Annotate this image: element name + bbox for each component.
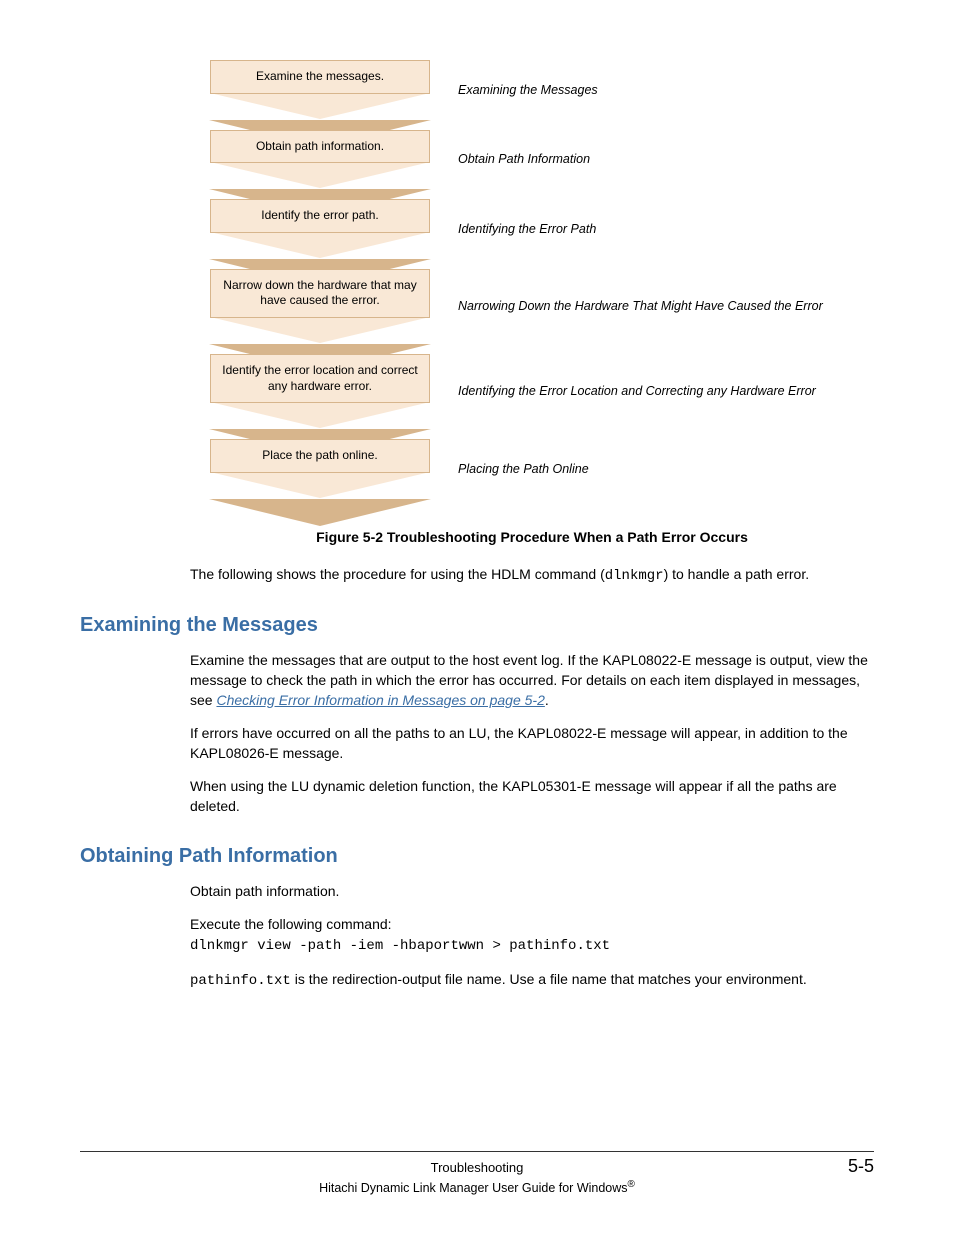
text: The following shows the procedure for us… [190,566,605,582]
paragraph: Execute the following command: [190,915,874,935]
cross-reference-link[interactable]: Checking Error Information in Messages o… [216,692,544,708]
command-example: dlnkmgr view -path -iem -hbaportwwn > pa… [190,937,874,957]
section-heading-obtaining: Obtaining Path Information [80,845,874,868]
text: ) to handle a path error. [664,566,810,582]
flow-step: Identify the error location and correct … [210,354,874,429]
arrow-down-icon [210,402,430,428]
page-footer: Troubleshooting 5-5 Hitachi Dynamic Link… [80,1151,874,1195]
code-text: pathinfo.txt [190,973,291,989]
text: Hitachi Dynamic Link Manager User Guide … [319,1181,627,1195]
arrow-down-icon [210,472,430,498]
flow-step: Obtain path information. Obtain Path Inf… [210,130,874,190]
paragraph: pathinfo.txt is the redirection-output f… [190,970,874,992]
flow-box: Obtain path information. [210,130,430,164]
flow-step-label: Narrowing Down the Hardware That Might H… [458,298,874,314]
document-page: Examine the messages. Examining the Mess… [0,0,954,1235]
flow-step: Narrow down the hardware that may have c… [210,269,874,344]
text: . [545,692,549,708]
flow-step: Place the path online. Placing the Path … [210,439,874,499]
footer-guide-title: Hitachi Dynamic Link Manager User Guide … [80,1179,874,1195]
code-text: dlnkmgr [605,568,664,584]
paragraph: If errors have occurred on all the paths… [190,724,874,763]
flow-step-label: Identifying the Error Path [458,221,874,237]
flow-step: Examine the messages. Examining the Mess… [210,60,874,120]
flow-box: Identify the error path. [210,199,430,233]
flowchart-figure: Examine the messages. Examining the Mess… [210,60,874,499]
paragraph: Obtain path information. [190,882,874,902]
paragraph: When using the LU dynamic deletion funct… [190,777,874,816]
footer-chapter: Troubleshooting [140,1160,814,1175]
registered-mark: ® [628,1179,635,1190]
flow-step-label: Placing the Path Online [458,461,874,477]
arrow-down-icon [210,93,430,119]
flow-box: Place the path online. [210,439,430,473]
flow-box: Identify the error location and correct … [210,354,430,403]
intro-paragraph: The following shows the procedure for us… [190,565,874,587]
flow-step-label: Examining the Messages [458,82,874,98]
paragraph: Examine the messages that are output to … [190,651,874,710]
flow-step: Identify the error path. Identifying the… [210,199,874,259]
arrow-down-icon [210,317,430,343]
arrow-down-icon [210,162,430,188]
text: is the redirection-output file name. Use… [291,971,807,987]
flow-box: Examine the messages. [210,60,430,94]
figure-caption: Figure 5-2 Troubleshooting Procedure Whe… [190,529,874,545]
flow-step-label: Obtain Path Information [458,151,874,167]
flow-box: Narrow down the hardware that may have c… [210,269,430,318]
arrow-down-icon [210,232,430,258]
section-heading-examining: Examining the Messages [80,614,874,637]
page-number: 5-5 [814,1156,874,1177]
flow-step-label: Identifying the Error Location and Corre… [458,383,874,399]
